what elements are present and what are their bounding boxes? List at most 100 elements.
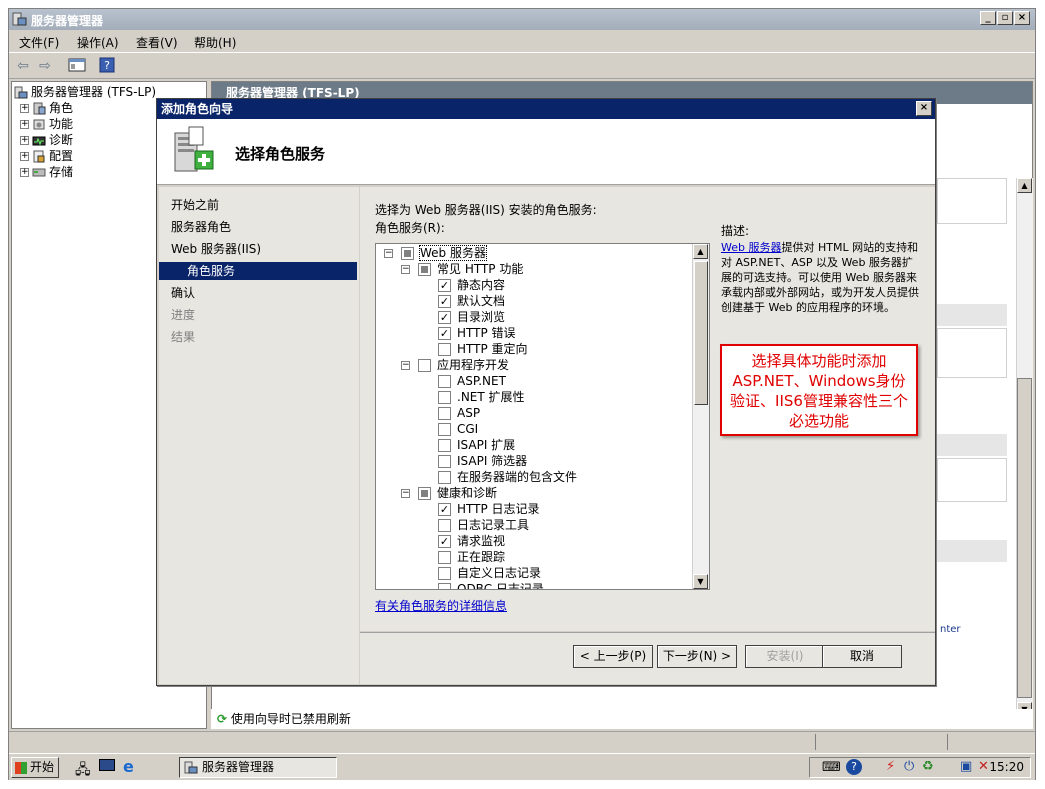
- tree-item-configuration[interactable]: + 配置: [20, 148, 73, 164]
- role-service-checkbox[interactable]: [418, 359, 431, 372]
- role-service-item[interactable]: ✓ HTTP 日志记录: [438, 501, 540, 517]
- forward-icon[interactable]: ⇨: [35, 57, 55, 75]
- role-service-item[interactable]: CGI: [438, 421, 478, 437]
- quicklaunch-server-manager-icon[interactable]: 🖧: [75, 759, 91, 783]
- menu-action[interactable]: 操作(A): [77, 34, 119, 51]
- quicklaunch-desktop-icon[interactable]: [99, 759, 115, 771]
- help-icon[interactable]: ?: [97, 57, 117, 75]
- role-service-item[interactable]: − Web 服务器: [384, 245, 487, 261]
- network-icon[interactable]: ▣: [960, 759, 972, 774]
- menu-help[interactable]: 帮助(H): [194, 34, 236, 51]
- previous-button[interactable]: < 上一步(P): [573, 645, 653, 668]
- scroll-up-icon[interactable]: ▲: [1017, 178, 1032, 193]
- menu-view[interactable]: 查看(V): [136, 34, 178, 51]
- role-service-item[interactable]: ISAPI 扩展: [438, 437, 515, 453]
- role-service-checkbox[interactable]: [438, 471, 451, 484]
- back-icon[interactable]: ⇦: [13, 57, 33, 75]
- role-service-item[interactable]: 自定义日志记录: [438, 565, 541, 581]
- expand-icon[interactable]: +: [20, 152, 29, 161]
- next-button[interactable]: 下一步(N) >: [657, 645, 737, 668]
- collapse-icon[interactable]: −: [401, 265, 410, 274]
- tree-item-roles[interactable]: + 角色: [20, 100, 73, 116]
- scroll-thumb[interactable]: [1017, 378, 1032, 698]
- wizard-step-confirmation[interactable]: 确认: [171, 285, 195, 301]
- tree-item-diagnostics[interactable]: + 诊断: [20, 132, 73, 148]
- role-service-item[interactable]: 在服务器端的包含文件: [438, 469, 577, 485]
- role-service-item[interactable]: − 健康和诊断: [401, 485, 497, 501]
- role-service-item[interactable]: ✓ 默认文档: [438, 293, 505, 309]
- role-service-checkbox[interactable]: [438, 407, 451, 420]
- tree-item-storage[interactable]: + 存储: [20, 164, 73, 180]
- tree-item-features[interactable]: + 功能: [20, 116, 73, 132]
- role-service-item[interactable]: 日志记录工具: [438, 517, 529, 533]
- role-service-checkbox[interactable]: [438, 551, 451, 564]
- collapse-icon[interactable]: −: [384, 249, 393, 258]
- description-link[interactable]: Web 服务器: [721, 241, 781, 254]
- dialog-close-button[interactable]: ×: [916, 101, 932, 116]
- security-icon[interactable]: ♻: [922, 759, 934, 774]
- role-service-checkbox[interactable]: [401, 247, 414, 260]
- role-service-item[interactable]: ISAPI 筛选器: [438, 453, 527, 469]
- role-service-checkbox[interactable]: [438, 375, 451, 388]
- wizard-step-role-services[interactable]: 角色服务: [159, 262, 357, 280]
- role-service-item[interactable]: ASP.NET: [438, 373, 506, 389]
- role-service-item[interactable]: − 应用程序开发: [401, 357, 509, 373]
- wizard-step-before-you-begin[interactable]: 开始之前: [171, 197, 219, 213]
- scroll-up-icon[interactable]: ▲: [693, 244, 708, 259]
- role-service-checkbox[interactable]: ✓: [438, 503, 451, 516]
- menu-file[interactable]: 文件(F): [19, 34, 59, 51]
- role-service-checkbox[interactable]: [438, 343, 451, 356]
- details-scrollbar[interactable]: ▲ ▼: [1016, 178, 1033, 718]
- power-icon[interactable]: ⏻: [904, 759, 914, 774]
- collapse-icon[interactable]: −: [401, 489, 410, 498]
- minimize-button[interactable]: _: [980, 11, 996, 25]
- role-service-item[interactable]: .NET 扩展性: [438, 389, 525, 405]
- restore-button[interactable]: ▫: [997, 11, 1013, 25]
- role-service-checkbox[interactable]: [418, 487, 431, 500]
- network-alert-icon[interactable]: ⚡: [886, 759, 895, 774]
- role-service-item[interactable]: ✓ 请求监视: [438, 533, 505, 549]
- role-service-item[interactable]: HTTP 重定向: [438, 341, 528, 357]
- keyboard-icon[interactable]: ⌨: [822, 760, 841, 775]
- expand-icon[interactable]: +: [20, 120, 29, 129]
- expand-icon[interactable]: +: [20, 136, 29, 145]
- show-hide-tree-icon[interactable]: [67, 57, 87, 75]
- role-service-checkbox[interactable]: [438, 423, 451, 436]
- role-service-checkbox[interactable]: ✓: [438, 279, 451, 292]
- expand-icon[interactable]: +: [20, 104, 29, 113]
- help-tray-icon[interactable]: ?: [846, 759, 862, 775]
- role-service-item[interactable]: ASP: [438, 405, 480, 421]
- volume-muted-icon[interactable]: ✕: [978, 759, 989, 774]
- expand-icon[interactable]: +: [20, 168, 29, 177]
- role-services-scrollbar[interactable]: ▲ ▼: [692, 244, 709, 589]
- role-service-item[interactable]: ✓ HTTP 错误: [438, 325, 516, 341]
- role-service-item[interactable]: 正在跟踪: [438, 549, 505, 565]
- more-info-link[interactable]: 有关角色服务的详细信息: [375, 597, 507, 614]
- role-service-checkbox[interactable]: ✓: [438, 311, 451, 324]
- quicklaunch-ie-icon[interactable]: e: [123, 757, 134, 776]
- role-service-item[interactable]: ✓ 目录浏览: [438, 309, 505, 325]
- clock[interactable]: 15:20: [989, 758, 1024, 777]
- scroll-thumb[interactable]: [694, 261, 708, 405]
- role-service-checkbox[interactable]: ✓: [438, 535, 451, 548]
- collapse-icon[interactable]: −: [401, 361, 410, 370]
- role-service-checkbox[interactable]: [418, 263, 431, 276]
- role-service-checkbox[interactable]: ✓: [438, 327, 451, 340]
- role-service-checkbox[interactable]: [438, 583, 451, 589]
- scroll-down-icon[interactable]: ▼: [693, 574, 708, 589]
- cancel-button[interactable]: 取消: [822, 645, 902, 668]
- role-service-item[interactable]: ✓ 静态内容: [438, 277, 505, 293]
- role-service-checkbox[interactable]: [438, 391, 451, 404]
- role-service-checkbox[interactable]: [438, 455, 451, 468]
- main-titlebar[interactable]: 服务器管理器 _ ▫ ×: [9, 9, 1035, 30]
- role-service-checkbox[interactable]: ✓: [438, 295, 451, 308]
- dialog-titlebar[interactable]: 添加角色向导 ×: [157, 99, 935, 119]
- role-service-checkbox[interactable]: [438, 519, 451, 532]
- start-button[interactable]: 开始: [11, 757, 59, 778]
- wizard-step-server-roles[interactable]: 服务器角色: [171, 219, 231, 235]
- role-service-item[interactable]: ODBC 日志记录: [438, 581, 544, 589]
- role-service-checkbox[interactable]: [438, 567, 451, 580]
- wizard-step-web-server[interactable]: Web 服务器(IIS): [171, 241, 261, 257]
- role-service-item[interactable]: − 常见 HTTP 功能: [401, 261, 523, 277]
- taskbar-item-server-manager[interactable]: 服务器管理器: [179, 757, 337, 778]
